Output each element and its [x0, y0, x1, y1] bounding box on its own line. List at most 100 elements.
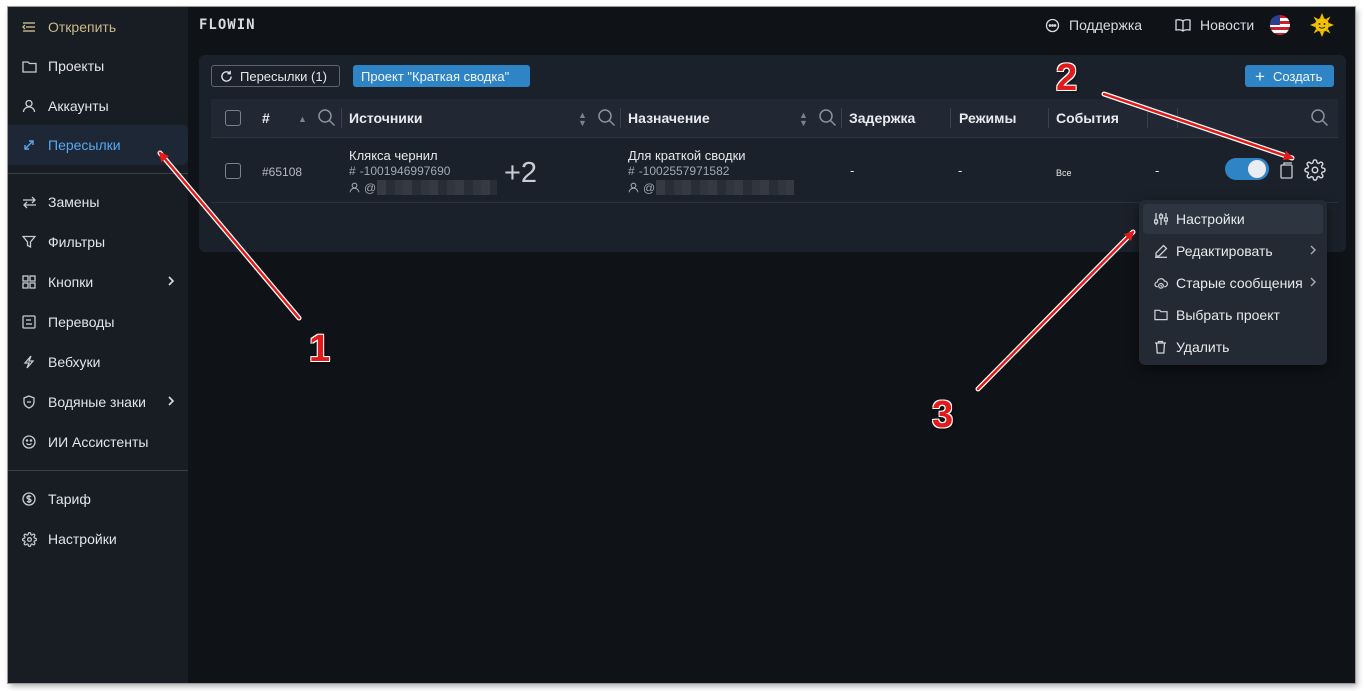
sun-avatar-icon[interactable]	[1310, 13, 1334, 37]
menu-item-delete[interactable]: Удалить	[1143, 332, 1323, 362]
sidebar-item-replacements[interactable]: Замены	[8, 182, 188, 222]
support-label: Поддержка	[1069, 17, 1143, 33]
sidebar-item-buttons[interactable]: Кнопки	[8, 262, 188, 302]
delay-value: -	[850, 163, 855, 178]
gear-icon[interactable]	[1304, 159, 1326, 181]
menu-item-old-messages[interactable]: Старые сообщения	[1143, 268, 1323, 298]
sidebar-item-projects[interactable]: Проекты	[8, 46, 188, 86]
column-header-id[interactable]: #	[262, 110, 270, 126]
refresh-button[interactable]: Пересылки (1)	[211, 65, 340, 87]
destination-chat-id-text: -1002557971582	[638, 164, 730, 178]
refresh-label: Пересылки (1)	[240, 68, 327, 84]
search-icon[interactable]	[1310, 108, 1329, 127]
swap-icon	[21, 194, 37, 210]
destination-name: Для краткой сводки	[628, 148, 746, 163]
sidebar-item-filters[interactable]: Фильтры	[8, 222, 188, 262]
menu-item-label: Выбрать проект	[1176, 307, 1280, 323]
sidebar-item-accounts[interactable]: Аккаунты	[8, 86, 188, 126]
us-flag-icon[interactable]	[1270, 15, 1290, 35]
sidebar-item-label: ИИ Ассистенты	[48, 434, 149, 450]
column-divider	[620, 108, 621, 128]
source-username: @	[349, 180, 498, 195]
chevron-right-icon	[1310, 245, 1316, 255]
sidebar-item-forwards[interactable]: Пересылки	[8, 125, 188, 165]
sidebar-item-tariff[interactable]: Тариф	[8, 479, 188, 519]
destination-username: @	[628, 180, 795, 195]
table-row[interactable]: #65108 Клякса чернил # -1001946997690 @ …	[211, 139, 1338, 203]
chat-bubble-icon	[1045, 18, 1060, 32]
row-checkbox[interactable]	[225, 163, 241, 179]
sidebar-item-label: Кнопки	[48, 274, 94, 290]
menu-item-label: Настройки	[1176, 211, 1245, 227]
copy-icon[interactable]	[1279, 161, 1295, 179]
sidebar-item-label: Фильтры	[48, 234, 106, 250]
brand-logo[interactable]: FLOWIN	[199, 17, 256, 33]
cloud-history-icon	[1154, 276, 1168, 290]
project-filter-chip[interactable]: Проект "Краткая сводка"	[353, 65, 530, 87]
chevron-right-icon	[168, 396, 175, 406]
folder-icon	[21, 58, 37, 74]
sidebar-item-webhooks[interactable]: Вебхуки	[8, 342, 188, 382]
column-divider	[1048, 108, 1049, 128]
enabled-toggle[interactable]	[1225, 158, 1269, 180]
sidebar-item-label: Аккаунты	[48, 98, 109, 114]
toggle-knob	[1248, 160, 1266, 178]
source-chat-id-text: -1001946997690	[359, 164, 451, 178]
menu-item-label: Редактировать	[1176, 243, 1273, 259]
sidebar-item-watermarks[interactable]: Водяные знаки	[8, 382, 188, 422]
annotation-number-3: 3	[932, 394, 954, 436]
webhook-icon	[21, 354, 37, 370]
redacted-username	[656, 180, 795, 195]
menu-item-edit[interactable]: Редактировать	[1143, 236, 1323, 266]
plus-icon: +	[1255, 66, 1265, 86]
column-divider	[1177, 108, 1178, 128]
sidebar-unpin-label: Открепить	[48, 19, 117, 35]
events-value: Все	[1056, 168, 1072, 178]
search-icon[interactable]	[317, 108, 336, 127]
sidebar-item-ai-assistants[interactable]: ИИ Ассистенты	[8, 422, 188, 462]
sidebar: Открепить Проекты Аккаунты Пересылки Зам…	[8, 7, 188, 683]
column-header-modes[interactable]: Режимы	[959, 110, 1016, 126]
column-header-sources[interactable]: Источники	[349, 110, 423, 126]
book-icon	[1175, 19, 1191, 32]
column-header-destination[interactable]: Назначение	[628, 110, 710, 126]
user-icon	[21, 98, 37, 114]
sidebar-item-settings[interactable]: Настройки	[8, 519, 188, 559]
select-all-checkbox[interactable]	[225, 110, 241, 126]
watermark-icon	[21, 394, 37, 410]
source-chat-id: # -1001946997690	[349, 164, 450, 178]
gear-icon	[21, 531, 37, 547]
buttons-icon	[21, 274, 37, 290]
search-icon[interactable]	[597, 108, 616, 127]
extra-sources-count[interactable]: +2	[504, 157, 537, 190]
support-link[interactable]: Поддержка	[1045, 17, 1142, 33]
news-label: Новости	[1200, 17, 1255, 33]
menu-item-settings[interactable]: Настройки	[1143, 204, 1323, 234]
sidebar-unpin[interactable]: Открепить	[8, 7, 188, 47]
sidebar-item-label: Переводы	[48, 314, 115, 330]
sidebar-item-label: Вебхуки	[48, 354, 101, 370]
unpin-icon	[21, 19, 37, 35]
column-divider	[341, 108, 342, 128]
create-button[interactable]: + Создать	[1245, 65, 1334, 87]
refresh-icon	[221, 70, 232, 82]
user-icon	[628, 182, 639, 193]
search-icon[interactable]	[818, 108, 837, 127]
column-divider	[950, 108, 951, 128]
create-label: Создать	[1272, 68, 1323, 84]
menu-item-choose-project[interactable]: Выбрать проект	[1143, 300, 1323, 330]
source-username-prefix: @	[364, 180, 377, 195]
sidebar-item-translations[interactable]: Переводы	[8, 302, 188, 342]
destination-username-prefix: @	[643, 180, 656, 195]
sort-icon[interactable]: ▲ ▼	[799, 111, 809, 128]
news-link[interactable]: Новости	[1175, 17, 1254, 33]
sidebar-item-label: Пересылки	[48, 137, 121, 153]
column-header-delay[interactable]: Задержка	[849, 110, 915, 126]
table-header: # ▲ Источники ▲ ▼ Назначение ▲ ▼ Задержка …	[211, 99, 1338, 138]
modes-value: -	[958, 163, 963, 178]
menu-item-label: Старые сообщения	[1176, 275, 1303, 291]
redacted-username	[377, 180, 498, 195]
column-header-events[interactable]: События	[1056, 110, 1119, 126]
sort-asc-icon[interactable]: ▲	[298, 115, 308, 124]
sort-icon[interactable]: ▲ ▼	[578, 111, 588, 128]
